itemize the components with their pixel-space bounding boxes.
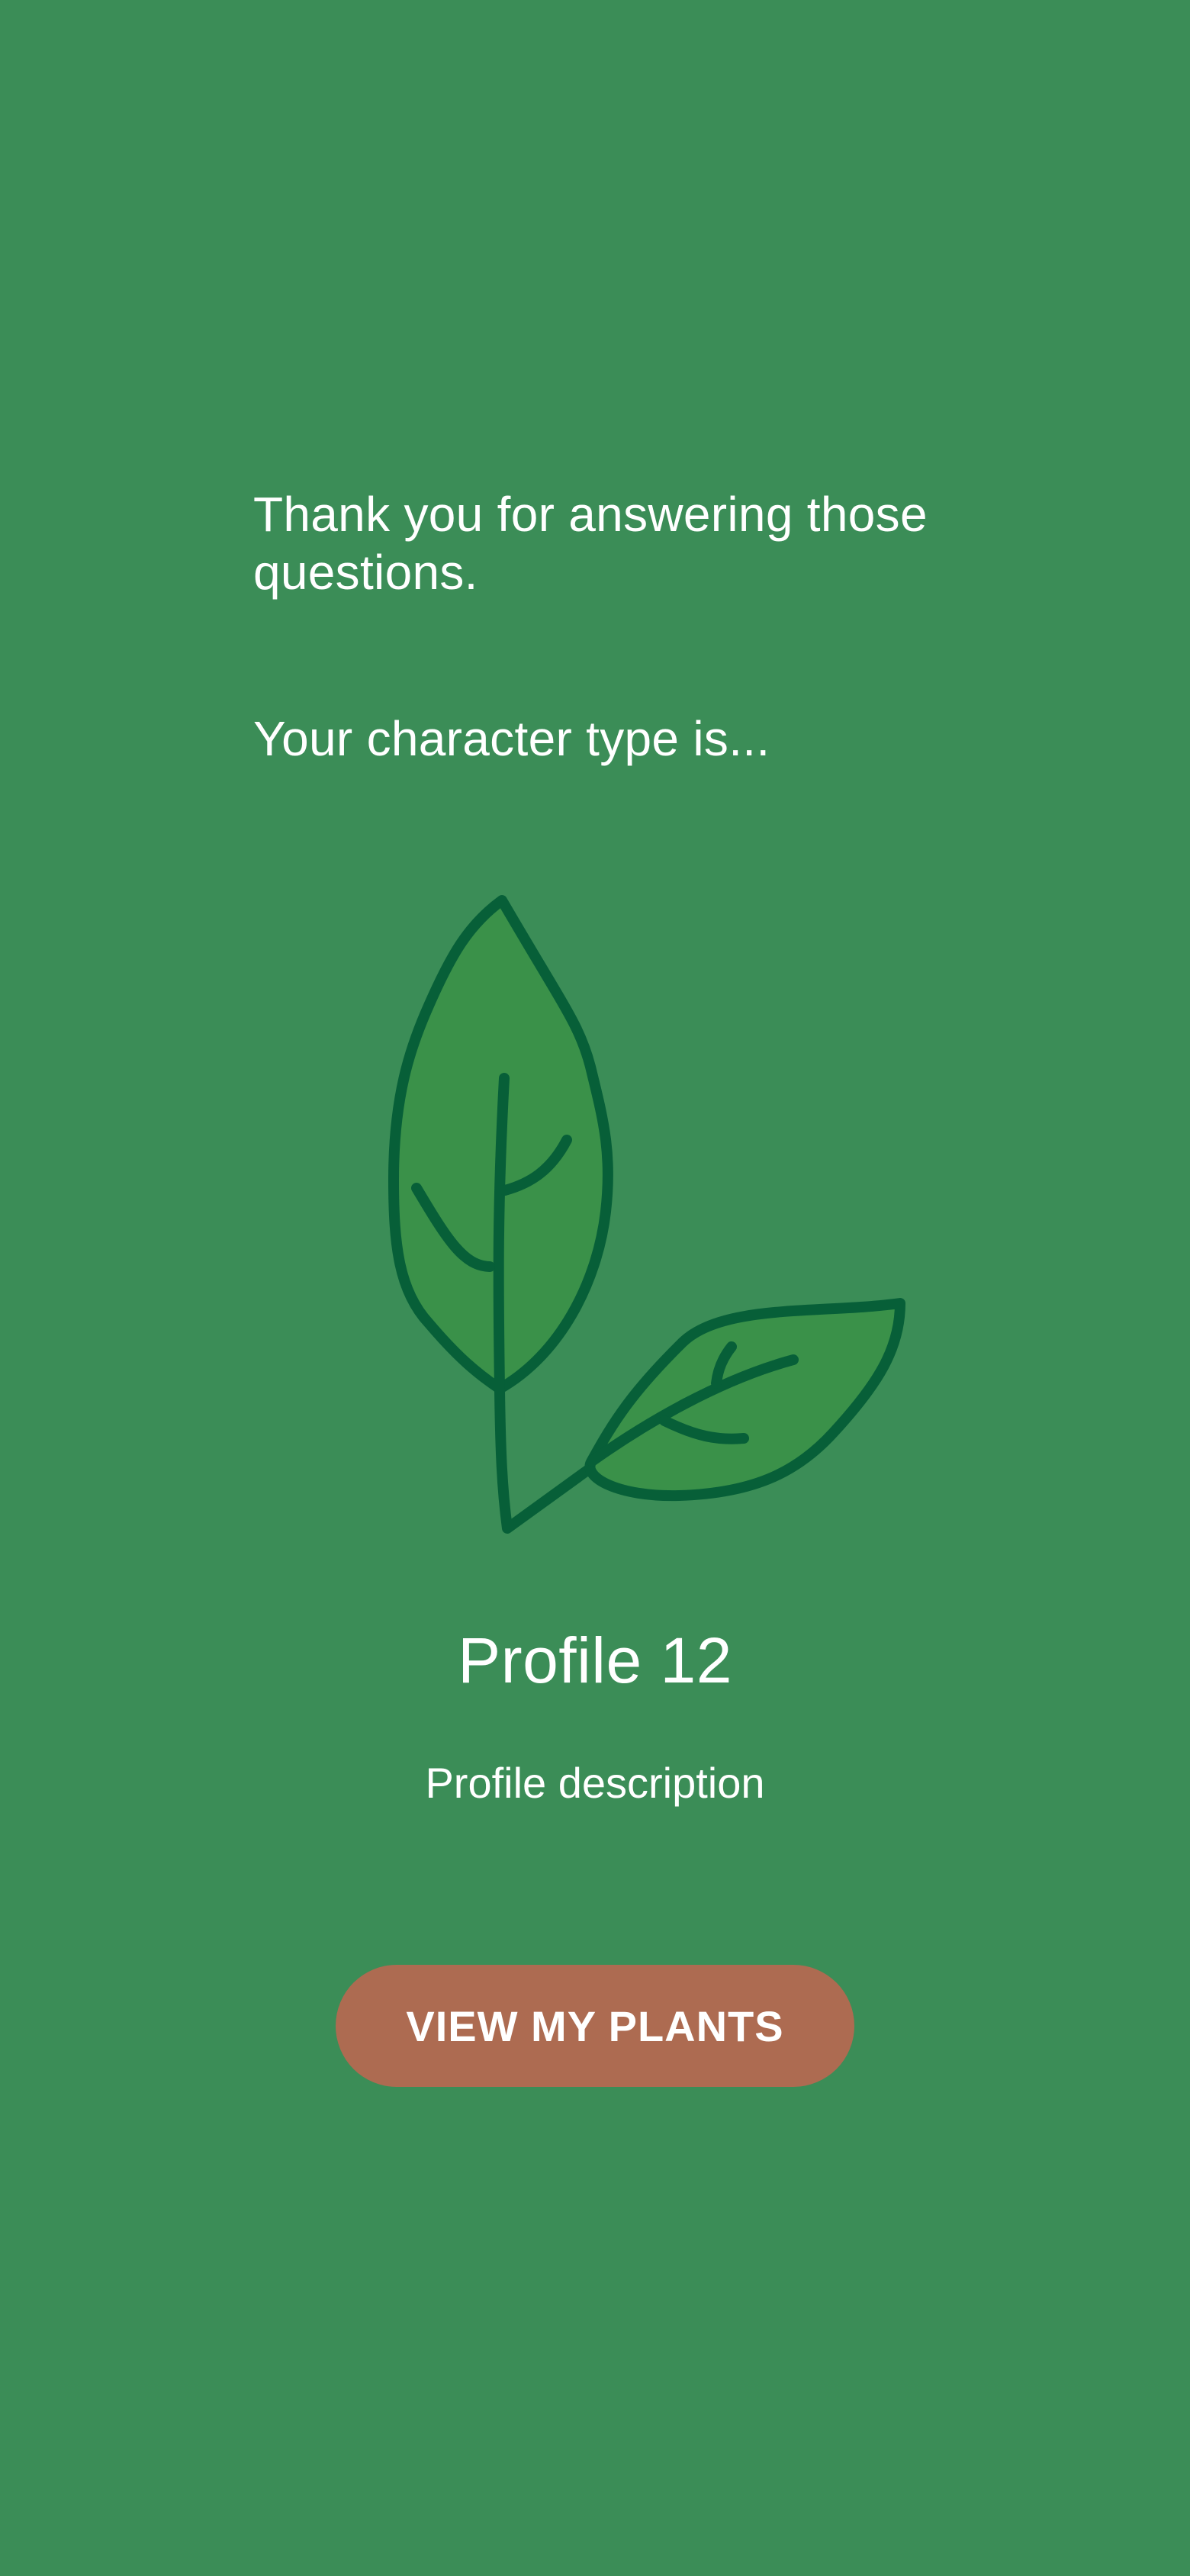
character-result-screen: Thank you for answering those questions.… (0, 0, 1190, 2576)
leaf-sprout-icon (388, 895, 905, 1534)
thank-you-message: Thank you for answering those questions. (253, 487, 928, 600)
profile-title: Profile 12 (458, 1624, 732, 1696)
small-leaf-shape (584, 1298, 905, 1502)
view-my-plants-button[interactable]: VIEW MY PLANTS (336, 1965, 854, 2087)
character-type-intro: Your character type is... (253, 711, 770, 766)
profile-description: Profile description (425, 1759, 765, 1807)
